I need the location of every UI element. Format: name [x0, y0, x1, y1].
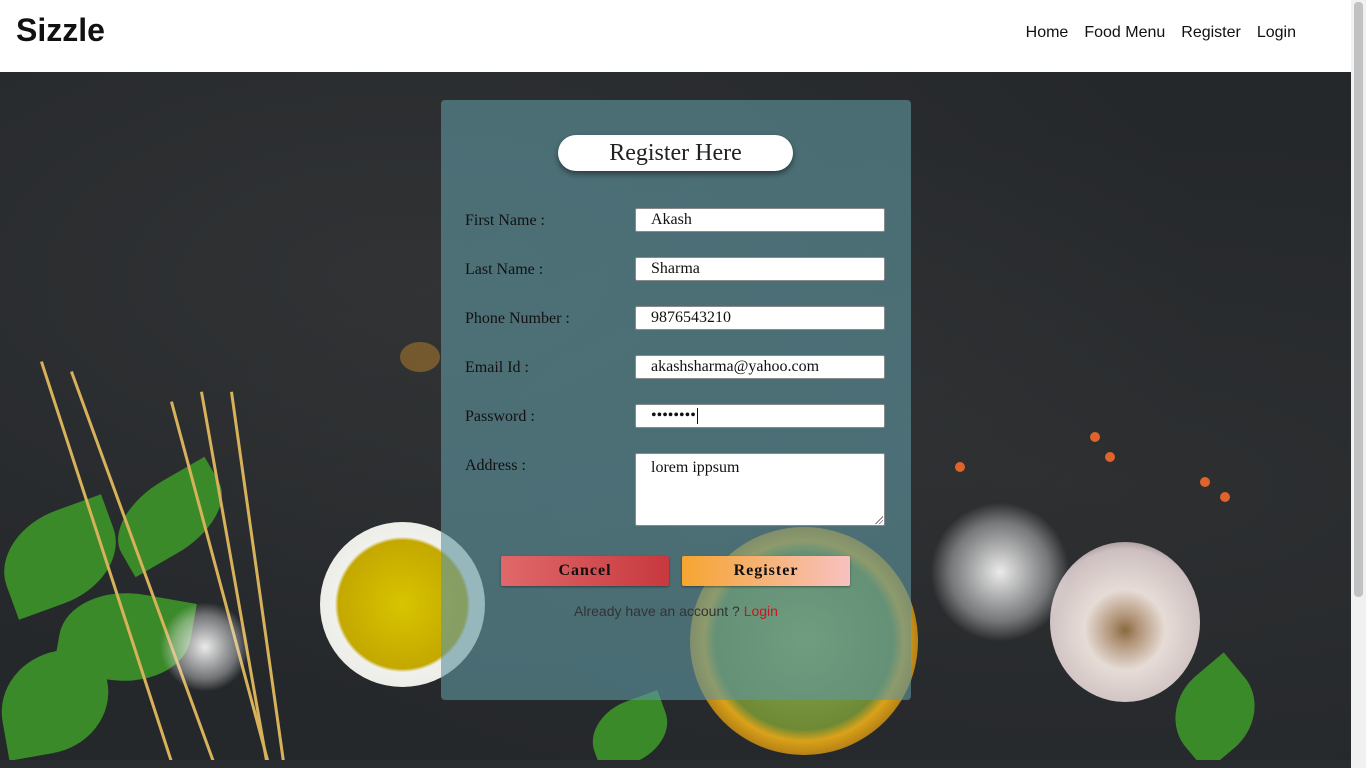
basil-leaf-image [100, 456, 240, 578]
vertical-scrollbar[interactable] [1351, 0, 1366, 768]
last-name-input[interactable]: Sharma [635, 257, 885, 281]
form-title: Register Here [558, 135, 793, 171]
login-prompt: Already have an account ? Login [441, 603, 911, 619]
salt-pile-image [930, 502, 1070, 642]
nav-links: Home Food Menu Register Login [1026, 24, 1296, 42]
register-form-card: Register Here First Name : Akash Last Na… [441, 100, 911, 700]
cancel-button[interactable]: Cancel [501, 556, 669, 586]
email-label: Email Id : [465, 359, 529, 376]
text-cursor [696, 408, 698, 425]
bottom-strip [0, 760, 1351, 768]
spice-speck-image [955, 462, 965, 472]
first-name-input[interactable]: Akash [635, 208, 885, 232]
nav-login-link[interactable]: Login [1257, 24, 1296, 42]
password-label: Password : [465, 408, 535, 425]
phone-number-label: Phone Number : [465, 310, 570, 327]
basil-leaf-image [0, 643, 118, 760]
spice-speck-image [1105, 452, 1115, 462]
account-prompt-text: Already have an account ? [574, 603, 740, 619]
nav-register-link[interactable]: Register [1181, 24, 1241, 42]
email-input[interactable]: akashsharma@yahoo.com [635, 355, 885, 379]
salt-pile-image [160, 602, 250, 692]
navbar: Sizzle Home Food Menu Register Login [0, 0, 1351, 72]
spice-speck-image [400, 342, 440, 372]
nav-food-menu-link[interactable]: Food Menu [1084, 24, 1165, 42]
garlic-image [1050, 542, 1200, 702]
phone-number-input[interactable]: 9876543210 [635, 306, 885, 330]
address-value: lorem ippsum [651, 459, 740, 476]
password-input[interactable]: •••••••• [635, 404, 885, 428]
address-label: Address : [465, 457, 526, 474]
login-link[interactable]: Login [744, 603, 778, 619]
spice-speck-image [1220, 492, 1230, 502]
register-button[interactable]: Register [682, 556, 850, 586]
resize-handle-icon[interactable] [875, 516, 883, 524]
scrollbar-thumb[interactable] [1354, 2, 1363, 597]
basil-leaf-image [582, 690, 678, 760]
spice-speck-image [1090, 432, 1100, 442]
first-name-label: First Name : [465, 212, 545, 229]
password-value: •••••••• [651, 407, 696, 424]
spice-speck-image [1200, 477, 1210, 487]
nav-home-link[interactable]: Home [1026, 24, 1069, 42]
brand-logo[interactable]: Sizzle [16, 12, 105, 49]
address-textarea[interactable]: lorem ippsum [635, 453, 885, 526]
last-name-label: Last Name : [465, 261, 544, 278]
